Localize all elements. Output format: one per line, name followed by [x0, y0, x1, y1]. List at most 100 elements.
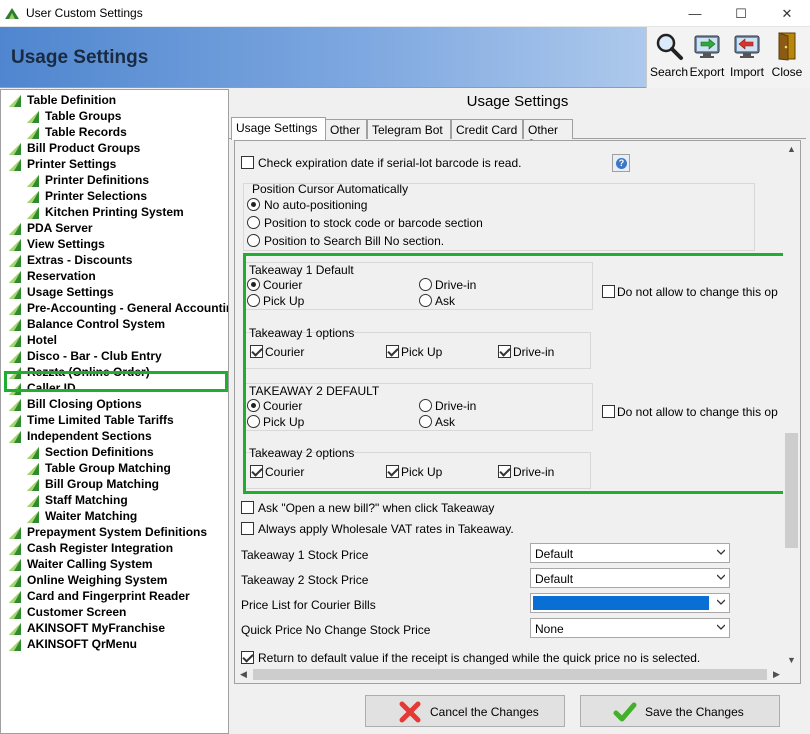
cancel-changes-button[interactable]: Cancel the Changes — [365, 695, 565, 727]
takeaway2-stock-price-label: Takeaway 2 Stock Price — [241, 573, 369, 587]
save-changes-button[interactable]: Save the Changes — [580, 695, 780, 727]
takeaway2-stock-price-value: Default — [535, 572, 574, 586]
tree-node-icon — [27, 191, 39, 203]
scroll-up-icon[interactable]: ▲ — [783, 141, 800, 158]
close-label: Close — [771, 65, 803, 79]
tree-node-icon — [9, 255, 21, 267]
tab-4[interactable]: Other 2 — [523, 119, 573, 151]
import-icon — [734, 35, 760, 58]
tree-item-label: Waiter Calling System — [27, 557, 153, 571]
tree-item-label: Staff Matching — [45, 493, 128, 507]
chevron-down-icon — [717, 599, 725, 605]
import-button[interactable]: Import — [727, 31, 767, 85]
cursor-option-0-radio[interactable] — [247, 198, 260, 211]
tree-node-icon — [9, 575, 21, 587]
tree-item-label: Bill Group Matching — [45, 477, 159, 491]
tree-node-icon — [27, 111, 39, 123]
toolbar: Search Export Import Close — [646, 27, 810, 88]
tab-1[interactable]: Other — [325, 119, 367, 139]
tree-item-label: PDA Server — [27, 221, 93, 235]
close-window-button[interactable]: ✕ — [764, 0, 810, 27]
tab-3[interactable]: Credit Card — [451, 119, 523, 139]
tree-item-label: Balance Control System — [27, 317, 166, 331]
search-icon — [656, 33, 683, 60]
tree-item-label: Usage Settings — [27, 285, 114, 299]
check-expiration-label: Check expiration date if serial-lot barc… — [258, 156, 522, 170]
return-default-label: Return to default value if the receipt i… — [258, 651, 701, 665]
tree-item-label: Bill Closing Options — [27, 397, 142, 411]
maximize-button[interactable]: ☐ — [718, 0, 764, 27]
scroll-right-icon[interactable]: ▶ — [768, 666, 785, 683]
tab-0[interactable]: Usage Settings — [231, 117, 326, 140]
courier-price-list-select[interactable] — [530, 593, 730, 613]
panel-title: Usage Settings — [466, 93, 569, 110]
export-button[interactable]: Export — [687, 31, 727, 85]
tree-item-label: Card and Fingerprint Reader — [27, 589, 190, 603]
scroll-down-icon[interactable]: ▼ — [783, 652, 800, 669]
tree-node-icon — [9, 559, 21, 571]
always-wholesale-checkbox[interactable] — [241, 522, 254, 535]
scroll-thumb[interactable] — [785, 433, 798, 548]
chevron-down-icon — [717, 574, 725, 580]
tree-item-label: AKINSOFT MyFranchise — [27, 621, 166, 635]
scroll-thumb-horizontal[interactable] — [253, 669, 767, 680]
selection-highlight — [533, 596, 709, 610]
return-default-checkbox[interactable] — [241, 651, 254, 664]
search-label: Search — [649, 65, 689, 79]
close-button[interactable]: Close — [767, 31, 807, 85]
tree-node-icon — [9, 303, 21, 315]
takeaway1-stock-price-value: Default — [535, 547, 574, 561]
tree-node-icon — [9, 399, 21, 411]
tree-item-label: Printer Definitions — [45, 173, 150, 187]
takeaway-highlight-frame — [243, 253, 790, 494]
tree-item-label: Reservation — [27, 269, 96, 283]
tree-item-label: AKINSOFT QrMenu — [27, 637, 137, 651]
tree-item-label: Hotel — [27, 333, 57, 347]
takeaway2-stock-price-select[interactable]: Default — [530, 568, 730, 588]
cursor-option-2-label: Position to Search Bill No section. — [264, 234, 445, 248]
cursor-option-0-label: No auto-positioning — [264, 198, 368, 212]
cursor-option-1-radio[interactable] — [247, 216, 260, 229]
search-button[interactable]: Search — [649, 31, 689, 85]
info-icon[interactable]: ? — [612, 154, 630, 172]
header: Usage Settings Search Export Import Clos… — [0, 27, 810, 88]
selected-tree-item-frame — [4, 371, 228, 392]
tree-item-label: Table Records — [45, 125, 127, 139]
cursor-option-2-radio[interactable] — [247, 234, 260, 247]
takeaway1-stock-price-select[interactable]: Default — [530, 543, 730, 563]
tree-item-label: Printer Settings — [27, 157, 117, 171]
tree-node-icon — [27, 127, 39, 139]
tree-item-label: Pre-Accounting - General Accounting — [27, 301, 229, 315]
horizontal-scrollbar[interactable]: ◀ ▶ — [235, 666, 785, 683]
tree-item-label: Disco - Bar - Club Entry — [27, 349, 162, 363]
chevron-down-icon — [717, 624, 725, 630]
tab-2[interactable]: Telegram Bot — [367, 119, 451, 139]
tree-node-icon — [9, 335, 21, 347]
tree-item-label: Cash Register Integration — [27, 541, 174, 555]
checkmark-icon — [613, 702, 637, 722]
page-title: Usage Settings — [11, 47, 149, 68]
quick-price-select[interactable]: None — [530, 618, 730, 638]
tree-node-icon — [9, 223, 21, 235]
vertical-scrollbar[interactable]: ▲ ▼ — [783, 141, 800, 669]
settings-content: Check expiration date if serial-lot barc… — [234, 140, 801, 684]
tree-node-icon — [27, 447, 39, 459]
tree-item-label: Independent Sections — [27, 429, 152, 443]
scroll-left-icon[interactable]: ◀ — [235, 666, 252, 683]
tree-node-icon — [9, 431, 21, 443]
export-icon — [694, 35, 720, 58]
title-bar: User Custom Settings — ☐ ✕ — [0, 0, 810, 27]
tree-node-icon — [27, 511, 39, 523]
tree-node-icon — [9, 271, 21, 283]
quick-price-label: Quick Price No Change Stock Price — [241, 623, 431, 637]
tree-item-label: View Settings — [27, 237, 105, 251]
ask-new-bill-checkbox[interactable] — [241, 501, 254, 514]
tree-item-label: Prepayment System Definitions — [27, 525, 208, 539]
check-expiration-checkbox[interactable] — [241, 156, 254, 169]
tree-item-label: Table Definition — [27, 93, 117, 107]
settings-panel: Usage Settings Usage Settings Other Telegr… — [229, 89, 810, 734]
window-title: User Custom Settings — [26, 6, 143, 20]
tree-node-icon — [9, 143, 21, 155]
tree-item-label: Bill Product Groups — [27, 141, 141, 155]
minimize-button[interactable]: — — [672, 0, 718, 27]
